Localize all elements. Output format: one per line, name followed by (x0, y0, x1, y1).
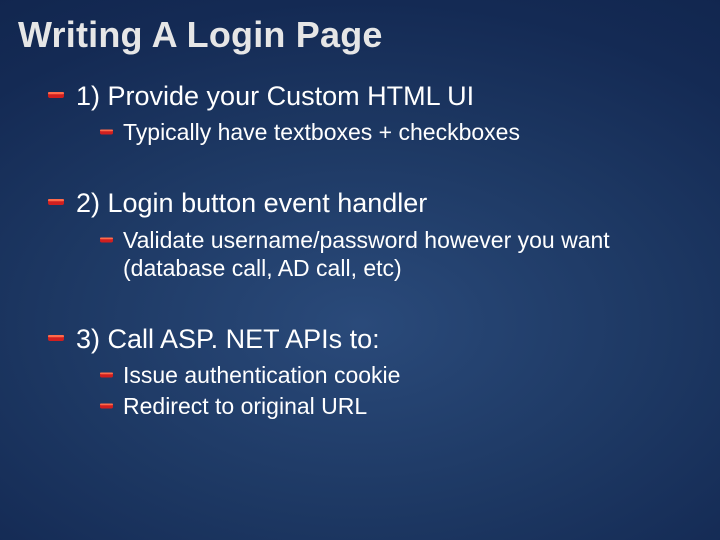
bullet-dash-icon (100, 370, 113, 380)
spacer (48, 147, 680, 169)
bullet-dash-icon (48, 196, 64, 208)
slide: Writing A Login Page 1) Provide your Cus… (0, 0, 720, 540)
bullet-level2-text: Validate username/password however you w… (123, 226, 643, 284)
bullet-level1: 2) Login button event handler (48, 187, 680, 219)
sub-bullet-group: Validate username/password however you w… (48, 226, 680, 284)
slide-title: Writing A Login Page (0, 0, 720, 56)
bullet-dash-icon (100, 401, 113, 411)
bullet-level2-text: Redirect to original URL (123, 392, 367, 421)
bullet-level2: Issue authentication cookie (100, 361, 680, 390)
bullet-level2-text: Typically have textboxes + checkboxes (123, 118, 520, 147)
bullet-level1: 3) Call ASP. NET APIs to: (48, 323, 680, 355)
bullet-level2-text: Issue authentication cookie (123, 361, 400, 390)
bullet-dash-icon (100, 235, 113, 245)
bullet-level1-text: 3) Call ASP. NET APIs to: (76, 323, 380, 355)
bullet-level1-text: 1) Provide your Custom HTML UI (76, 80, 474, 112)
bullet-level1: 1) Provide your Custom HTML UI (48, 80, 680, 112)
spacer (48, 283, 680, 305)
bullet-level2: Validate username/password however you w… (100, 226, 680, 284)
bullet-level2: Typically have textboxes + checkboxes (100, 118, 680, 147)
bullet-level1-text: 2) Login button event handler (76, 187, 427, 219)
bullet-level2: Redirect to original URL (100, 392, 680, 421)
sub-bullet-group: Typically have textboxes + checkboxes (48, 118, 680, 147)
bullet-dash-icon (100, 127, 113, 137)
slide-content: 1) Provide your Custom HTML UI Typically… (0, 56, 720, 421)
bullet-dash-icon (48, 89, 64, 101)
bullet-dash-icon (48, 332, 64, 344)
sub-bullet-group: Issue authentication cookie Redirect to … (48, 361, 680, 421)
